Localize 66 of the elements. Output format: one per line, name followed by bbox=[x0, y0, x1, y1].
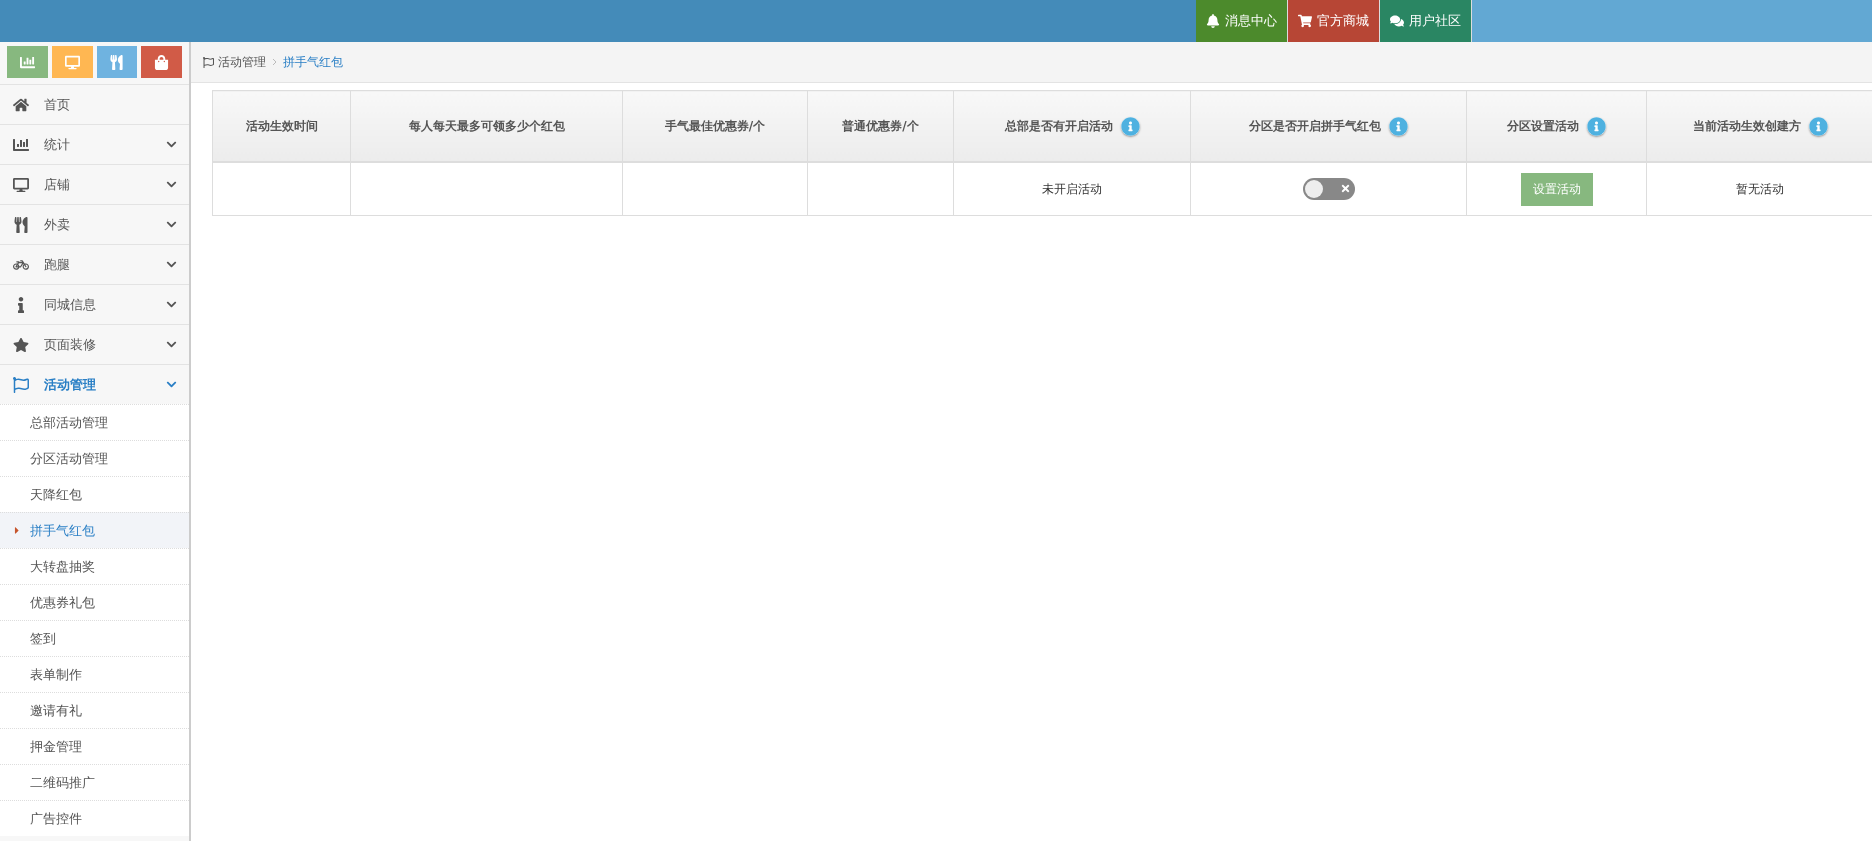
submenu-item[interactable]: 广告控件 bbox=[0, 800, 189, 836]
top-link[interactable]: 官方商城 bbox=[1288, 0, 1380, 42]
chevron-icon bbox=[272, 57, 277, 66]
top-link[interactable]: 用户社区 bbox=[1380, 0, 1472, 42]
submenu-item[interactable]: 表单制作 bbox=[0, 656, 189, 692]
home-icon bbox=[13, 96, 29, 113]
table-cell: 未开启活动 bbox=[953, 162, 1191, 216]
column-header: 分区设置活动 bbox=[1466, 90, 1647, 162]
flag-icon bbox=[13, 376, 29, 393]
info-icon[interactable] bbox=[1120, 116, 1140, 136]
sidebar-item[interactable]: 跑腿 bbox=[0, 244, 189, 284]
sidebar-item[interactable]: 页面装修 bbox=[0, 324, 189, 364]
fork-knife-icon bbox=[109, 54, 125, 70]
submenu-item[interactable]: 分区活动管理 bbox=[0, 440, 189, 476]
submenu-item[interactable]: 邀请有礼 bbox=[0, 692, 189, 728]
chevron-icon bbox=[166, 299, 177, 310]
bag-shortcut-button[interactable] bbox=[141, 46, 182, 78]
submenu-item[interactable]: 优惠券礼包 bbox=[0, 584, 189, 620]
chevron-icon bbox=[166, 259, 177, 270]
food-shortcut-button[interactable] bbox=[96, 46, 138, 78]
bell-icon bbox=[1206, 14, 1220, 28]
submenu-item[interactable]: 二维码推广 bbox=[0, 764, 189, 800]
cross-icon bbox=[1339, 183, 1351, 194]
submenu-item[interactable]: 总部活动管理 bbox=[0, 404, 189, 440]
info-icon[interactable] bbox=[1587, 116, 1606, 136]
submenu-item[interactable]: 大转盘抽奖 bbox=[0, 548, 189, 584]
column-header: 手气最佳优惠券/个 bbox=[622, 90, 808, 162]
submenu-item[interactable]: 天降红包 bbox=[0, 476, 189, 512]
column-header: 每人每天最多可领多少个红包 bbox=[350, 90, 623, 162]
cart-icon bbox=[1298, 14, 1312, 28]
submenu-item[interactable]: 拼手气红包 bbox=[0, 512, 189, 548]
top-link[interactable]: 消息中心 bbox=[1196, 0, 1288, 42]
monitor-icon bbox=[64, 54, 80, 70]
submenu-item[interactable]: 签到 bbox=[0, 620, 189, 656]
star-icon bbox=[13, 336, 29, 353]
info-icon[interactable] bbox=[1808, 116, 1828, 136]
chevron-icon bbox=[166, 219, 177, 230]
chart-icon bbox=[19, 54, 35, 70]
column-header: 分区是否开启拼手气红包 bbox=[1190, 90, 1467, 162]
chat-icon bbox=[1390, 14, 1404, 28]
breadcrumb-link[interactable]: 拼手气红包 bbox=[283, 53, 343, 71]
chart-icon bbox=[13, 136, 29, 153]
sidebar-item[interactable]: 统计 bbox=[0, 124, 189, 164]
chart-shortcut-button[interactable] bbox=[7, 46, 48, 78]
column-header: 当前活动生效创建方 bbox=[1646, 90, 1872, 162]
sidebar-item[interactable]: 首页 bbox=[0, 84, 189, 124]
info-icon[interactable] bbox=[1389, 116, 1408, 136]
breadcrumb-link[interactable]: 活动管理 bbox=[203, 53, 266, 71]
chevron-icon bbox=[166, 339, 177, 350]
submenu-item[interactable]: 押金管理 bbox=[0, 728, 189, 764]
chevron-icon bbox=[166, 139, 177, 150]
column-header: 活动生效时间 bbox=[212, 90, 351, 162]
column-header: 总部是否有开启活动 bbox=[953, 90, 1191, 162]
toggle-switch[interactable] bbox=[1302, 177, 1355, 200]
fork-knife-icon bbox=[13, 216, 29, 233]
monitor-shortcut-button[interactable] bbox=[51, 46, 93, 78]
column-header: 普通优惠券/个 bbox=[807, 90, 954, 162]
caret-icon bbox=[14, 525, 20, 536]
monitor-icon bbox=[13, 176, 29, 193]
flag-icon bbox=[203, 56, 214, 68]
sidebar-item[interactable]: 外卖 bbox=[0, 204, 189, 244]
chevron-icon bbox=[166, 379, 177, 390]
sidebar-item[interactable]: 同城信息 bbox=[0, 284, 189, 324]
bag-icon bbox=[154, 54, 170, 70]
chevron-icon bbox=[166, 179, 177, 190]
sidebar-item[interactable]: 店铺 bbox=[0, 164, 189, 204]
